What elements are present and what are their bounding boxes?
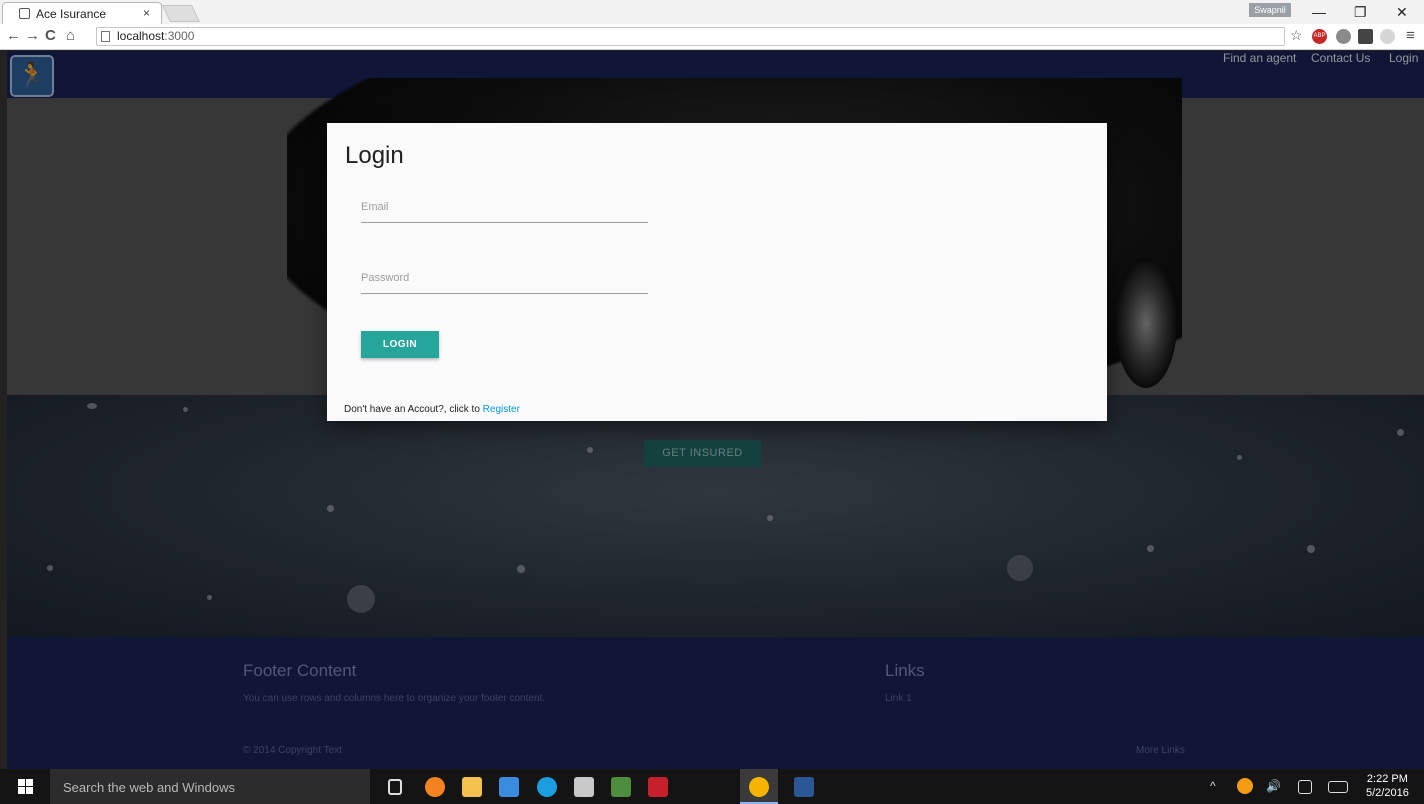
tab-close-icon[interactable]: × [143, 6, 150, 20]
extension-square-icon[interactable] [1358, 29, 1373, 44]
file-explorer-icon[interactable] [462, 777, 482, 797]
action-center-icon[interactable] [1298, 780, 1312, 794]
email-input[interactable] [361, 193, 648, 221]
page-icon [101, 31, 110, 42]
tab-title: Ace Isurance [36, 7, 107, 21]
extension-gear-icon[interactable] [1336, 29, 1351, 44]
email-field [361, 193, 648, 223]
tab-favicon-icon [19, 8, 30, 19]
minimize-icon[interactable]: — [1312, 4, 1326, 20]
browser-tabbar: Ace Isurance × Swapnil — ❐ ✕ [0, 0, 1424, 24]
home-icon[interactable]: ⌂ [66, 27, 75, 44]
browser-tab[interactable]: Ace Isurance × [2, 2, 162, 24]
back-icon[interactable]: ← [6, 27, 21, 44]
chrome-taskbar-button[interactable] [740, 769, 778, 804]
extension-java-icon[interactable] [1380, 29, 1395, 44]
skype-icon[interactable] [537, 777, 557, 797]
virtualbox-icon[interactable] [574, 777, 594, 797]
taskbar-search[interactable]: Search the web and Windows [50, 769, 370, 804]
login-title: Login [345, 142, 404, 169]
profile-badge[interactable]: Swapnil [1249, 3, 1291, 17]
keyboard-icon[interactable] [1328, 781, 1348, 793]
task-view-icon[interactable] [388, 779, 402, 795]
volume-icon[interactable]: 🔊 [1266, 779, 1281, 793]
network-icon[interactable] [611, 777, 631, 797]
adblock-icon[interactable]: ABP [1312, 29, 1327, 44]
password-input[interactable] [361, 264, 648, 292]
url-text: localhost:3000 [117, 29, 195, 43]
forward-icon[interactable]: → [25, 27, 40, 44]
app-store-icon[interactable] [499, 777, 519, 797]
windows-start-icon[interactable] [18, 779, 34, 795]
taskbar-search-placeholder: Search the web and Windows [63, 780, 235, 795]
address-bar[interactable]: localhost:3000 [96, 27, 1285, 46]
web-page: 🏃 Find an agent Contact Us Login GET INS… [7, 51, 1424, 769]
bookmark-star-icon[interactable]: ☆ [1290, 27, 1303, 44]
tray-app-icon[interactable] [1237, 778, 1253, 794]
clock-time: 2:22 PM [1366, 773, 1408, 785]
windows-taskbar: Search the web and Windows ^ 🔊 2:22 PM 5… [0, 769, 1424, 804]
chrome-icon [749, 777, 769, 797]
word-icon[interactable] [794, 777, 814, 797]
register-link[interactable]: Register [483, 404, 520, 415]
firefox-icon[interactable] [425, 777, 445, 797]
close-window-icon[interactable]: ✕ [1396, 4, 1408, 21]
taskbar-clock[interactable]: 2:22 PM 5/2/2016 [1366, 772, 1409, 800]
tray-overflow-icon[interactable]: ^ [1210, 779, 1216, 793]
login-button[interactable]: LOGIN [361, 331, 439, 358]
register-prompt: Don't have an Accout?, click to Register [344, 404, 520, 415]
password-field [361, 264, 648, 294]
chrome-menu-icon[interactable]: ≡ [1406, 27, 1415, 44]
restore-icon[interactable]: ❐ [1354, 4, 1367, 21]
new-tab-button[interactable] [162, 5, 200, 22]
login-modal: Login LOGIN Don't have an Accout?, click… [327, 123, 1107, 421]
reload-icon[interactable]: C [45, 27, 56, 44]
clock-date: 5/2/2016 [1366, 787, 1409, 799]
browser-toolbar: ← → C ⌂ localhost:3000 ☆ ABP ≡ [0, 24, 1424, 50]
filezilla-icon[interactable] [648, 777, 668, 797]
